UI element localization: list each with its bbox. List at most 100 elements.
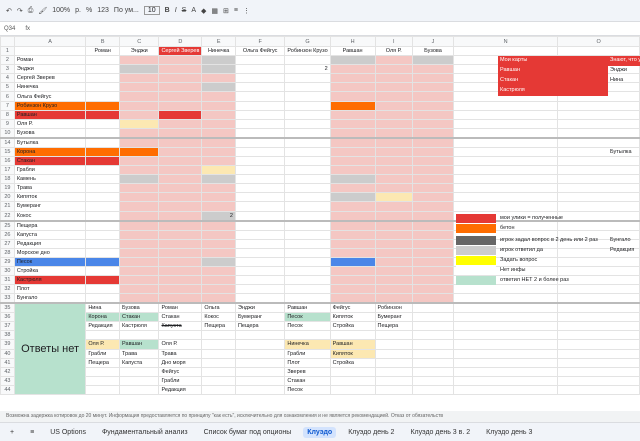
row-number[interactable]: 19 — [0, 183, 15, 194]
grid-cell[interactable] — [85, 73, 121, 84]
grid-cell[interactable] — [374, 146, 414, 157]
grid-cell[interactable] — [284, 73, 331, 84]
grid-cell[interactable] — [158, 174, 203, 185]
legend-swatch[interactable] — [456, 276, 496, 285]
answer-cell[interactable] — [234, 357, 286, 368]
grid-cell[interactable] — [234, 109, 286, 120]
cell-reference[interactable]: Q34 — [4, 26, 15, 32]
grid-cell[interactable] — [557, 348, 640, 359]
grid-cell[interactable] — [412, 265, 454, 276]
answer-cell[interactable] — [329, 375, 376, 386]
grid-cell[interactable] — [374, 118, 414, 129]
answer-cell[interactable] — [119, 330, 160, 341]
grid-cell[interactable] — [374, 247, 414, 258]
grid-cell[interactable] — [374, 293, 414, 304]
corner-cell[interactable] — [0, 36, 15, 47]
grid-cell[interactable] — [374, 229, 414, 240]
grid-cell[interactable] — [234, 91, 286, 102]
grid-cell[interactable] — [329, 91, 376, 102]
grid-cell[interactable] — [119, 192, 160, 203]
row-number[interactable]: 6 — [0, 91, 15, 102]
grid-cell[interactable] — [412, 174, 454, 185]
sheet-grid[interactable]: A B C D E F G H I J N O 1 Роман Энджи Сергей Зверев Нине… — [0, 36, 640, 411]
grid-cell[interactable] — [85, 183, 121, 194]
grid-cell[interactable] — [158, 64, 203, 75]
grid-cell[interactable] — [158, 165, 203, 176]
legend-swatch[interactable] — [456, 236, 496, 245]
answer-cell[interactable]: Редакция — [85, 321, 121, 332]
grid-cell[interactable] — [234, 100, 286, 111]
grid-cell[interactable] — [557, 384, 640, 396]
answer-cell[interactable] — [201, 366, 236, 377]
grid-cell[interactable] — [158, 109, 203, 120]
grid-cell[interactable] — [158, 100, 203, 111]
grid-cell[interactable] — [234, 256, 286, 267]
legend-swatch[interactable] — [456, 246, 496, 255]
grid-cell[interactable] — [85, 229, 121, 240]
grid-cell[interactable] — [284, 118, 331, 129]
grid-cell[interactable] — [284, 55, 331, 66]
grid-cell[interactable] — [119, 100, 160, 111]
answer-cell[interactable] — [85, 384, 121, 396]
answer-cell[interactable] — [374, 339, 414, 350]
grid-cell[interactable] — [85, 155, 121, 167]
column-header[interactable]: O — [557, 36, 640, 47]
grid-cell[interactable] — [374, 137, 414, 148]
grid-cell[interactable] — [329, 146, 376, 157]
row-number[interactable]: 5 — [0, 82, 15, 93]
row-number[interactable]: 36 — [0, 312, 15, 323]
grid-cell[interactable] — [374, 55, 414, 66]
grid-cell[interactable] — [412, 146, 454, 157]
grid-cell[interactable] — [452, 384, 559, 396]
answer-cell[interactable]: Корона — [85, 312, 121, 323]
grid-cell[interactable] — [201, 91, 236, 102]
grid-cell[interactable] — [284, 201, 331, 212]
bold-button[interactable]: B — [165, 7, 170, 14]
tab-cluedo-day-2[interactable]: Клуэдо день 2 — [344, 427, 398, 438]
side-place[interactable]: Редакция — [608, 246, 640, 255]
grid-cell[interactable] — [201, 64, 236, 75]
answer-cell[interactable]: Фейгус — [329, 302, 376, 314]
grid-cell[interactable] — [557, 109, 640, 120]
grid-cell[interactable] — [412, 91, 454, 102]
row-number[interactable]: 44 — [0, 384, 15, 396]
answer-cell[interactable]: Редакция — [158, 384, 203, 396]
answer-cell[interactable] — [119, 366, 160, 377]
answer-cell[interactable]: Песок — [284, 384, 331, 396]
redo-icon[interactable]: ↷ — [17, 7, 23, 15]
grid-cell[interactable]: Кокос — [13, 210, 87, 221]
legend-swatch[interactable] — [456, 256, 496, 265]
grid-cell[interactable] — [412, 321, 454, 332]
borders-icon[interactable]: ▦ — [211, 7, 218, 15]
grid-cell[interactable] — [85, 192, 121, 203]
grid-cell[interactable] — [234, 238, 286, 249]
answer-cell[interactable]: Стакан — [119, 312, 160, 323]
grid-cell[interactable] — [158, 247, 203, 258]
grid-cell[interactable] — [374, 155, 414, 167]
answer-cell[interactable] — [201, 357, 236, 368]
grid-cell[interactable] — [412, 210, 454, 221]
grid-cell[interactable] — [234, 183, 286, 194]
grid-cell[interactable] — [201, 155, 236, 167]
column-header[interactable]: E — [201, 36, 236, 47]
row-number[interactable]: 26 — [0, 229, 15, 240]
more-icon[interactable]: ⋮ — [243, 7, 250, 15]
row-number[interactable]: 2 — [0, 55, 15, 66]
grid-cell[interactable] — [234, 118, 286, 129]
column-header[interactable]: D — [158, 36, 203, 47]
grid-cell[interactable] — [284, 146, 331, 157]
grid-cell[interactable] — [85, 127, 121, 139]
answer-cell[interactable]: Грабли — [85, 348, 121, 359]
row-number[interactable]: 14 — [0, 137, 15, 148]
answer-cell[interactable]: Грабли — [158, 375, 203, 386]
grid-cell[interactable] — [452, 127, 559, 139]
grid-cell[interactable]: Редакция — [13, 238, 87, 249]
answer-cell[interactable] — [234, 375, 286, 386]
grid-cell[interactable] — [119, 137, 160, 148]
grid-cell[interactable] — [329, 64, 376, 75]
grid-cell[interactable] — [158, 293, 203, 304]
grid-cell[interactable] — [284, 109, 331, 120]
grid-cell[interactable] — [201, 183, 236, 194]
grid-cell[interactable] — [412, 137, 454, 148]
align-icon[interactable]: ≡ — [234, 7, 238, 14]
